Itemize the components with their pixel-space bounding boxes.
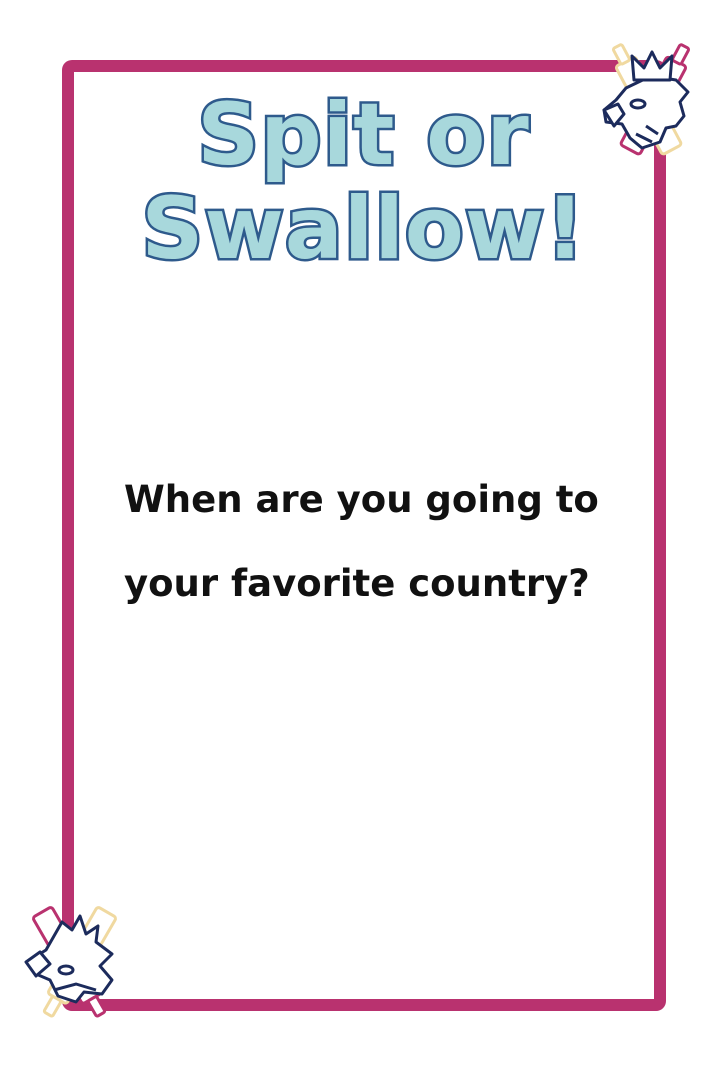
eagle-crossed-bottles-icon <box>24 906 117 1018</box>
crown-icon <box>630 50 674 82</box>
card-title-line-2: Swallow! <box>139 179 587 279</box>
question-line-1: When are you going to <box>124 478 599 521</box>
question-line-2: your favorite country? <box>124 562 590 605</box>
crowned-eagle-crossed-bottles-icon <box>602 43 691 156</box>
question-text: When are you going to your favorite coun… <box>124 458 644 626</box>
